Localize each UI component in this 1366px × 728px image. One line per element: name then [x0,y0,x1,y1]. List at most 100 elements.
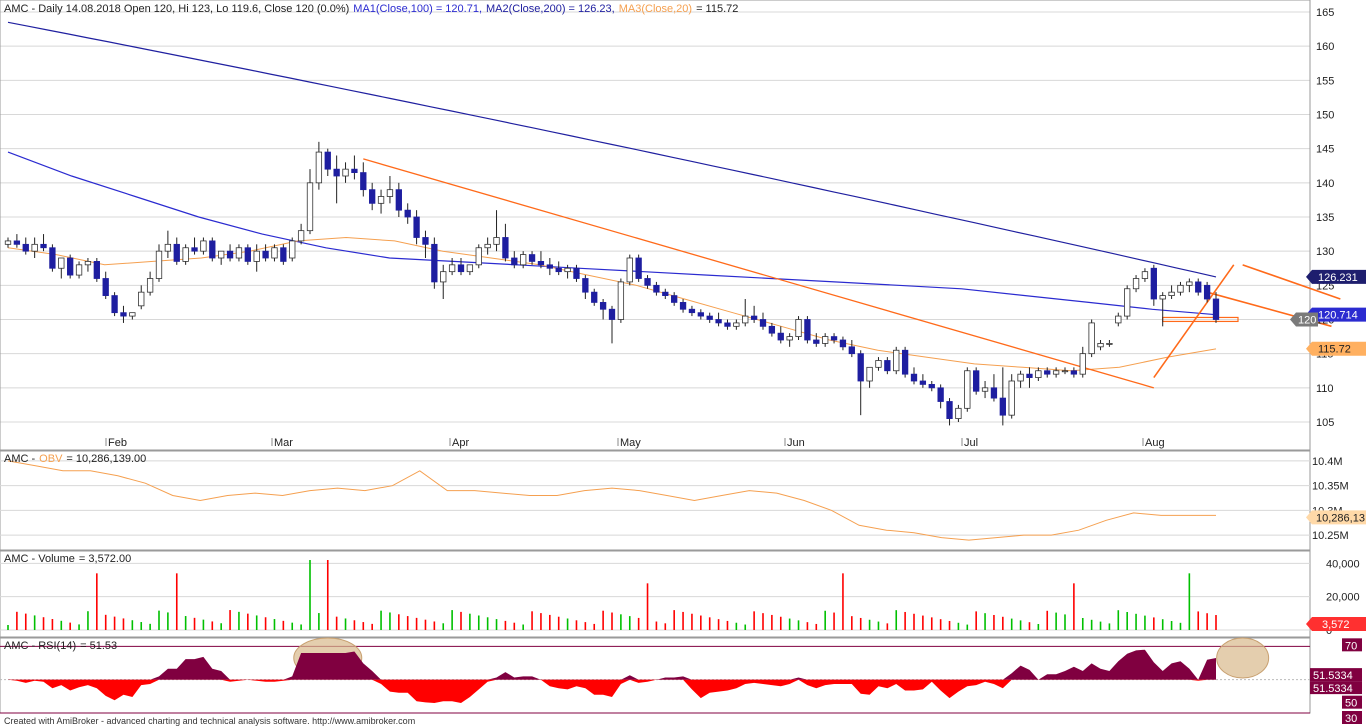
candle-body [466,264,474,273]
candle-body [1017,373,1024,382]
candle-body [457,264,465,273]
volume-tick-label: 20,000 [1326,592,1360,604]
candle-body [910,373,918,382]
header-bar: AMC - Daily 14.08.2018 Open 120, Hi 123,… [4,3,738,15]
volume-bar [957,622,960,630]
volume-bar [1073,583,1075,630]
candle [93,258,100,282]
candle-body [546,264,553,269]
candle-body [413,216,420,238]
candle [964,367,971,412]
volume-bar [824,610,826,630]
candle-body [830,336,838,341]
volume-bar [264,617,267,630]
volume-bar [691,613,693,630]
ma3-value-tag: 115.72 [1318,344,1351,356]
candle-body [848,346,855,355]
candle [626,254,633,286]
obv-title: AMC - OBV = 10,286,139.00 [4,453,146,465]
candle [901,346,909,378]
volume-bar [948,620,951,630]
volume-bar [593,623,596,630]
candle-body [697,312,704,317]
candle-body [866,366,873,382]
volume-bar [664,623,667,630]
volume-title: AMC - Volume = 3,572.00 [4,553,131,565]
candle-body [964,370,971,409]
obv-tick-label: 10.25M [1312,530,1349,542]
volume-bar [167,612,169,630]
candle-body [768,325,776,334]
candle-body [511,257,518,266]
volume-bar [87,611,89,630]
price-chart[interactable]: 105110115120125130135140145150155160165 … [0,0,1366,728]
candle-body [981,387,989,392]
candle [244,244,251,265]
volume-bar [380,610,382,630]
candle-body [1052,370,1060,375]
volume-bar [113,616,116,630]
candle-body [244,247,251,262]
volume-bar [930,617,933,630]
volume-bar [708,617,711,630]
volume-bar [96,573,98,630]
volume-bar [1019,620,1022,630]
candle [635,254,642,282]
candle-body [31,243,38,252]
volume-bar [913,613,915,630]
ma2-value-tag: 126.231 [1318,272,1358,284]
volume-bar [895,610,898,630]
volume-bar [557,616,560,630]
candle-body [386,189,394,197]
candle-body [102,278,109,296]
candle-body [173,243,180,262]
volume-bar [753,611,755,630]
rsi-value-tag: 30 [1345,713,1357,725]
candle-body [564,267,571,273]
volume-bar [398,614,400,630]
volume-bar [904,611,906,630]
candle-body [653,284,660,293]
volume-bar [1108,623,1111,630]
candle-body [1177,284,1184,293]
candle-body [733,322,740,327]
volume-bar [1010,618,1013,630]
candle-body [493,237,500,245]
volume-bar [833,612,835,630]
month-label: Feb [108,437,127,449]
candle-body [813,339,820,344]
volume-bar [584,622,587,630]
volume-bar [477,615,480,630]
candle-body [235,247,243,259]
volume-bar [415,617,418,630]
candle-body [999,397,1006,416]
candle-body [928,384,935,389]
volume-bar [371,623,373,630]
rsi-highlight-ellipse [1216,637,1270,679]
volume-bar [886,623,889,630]
volume-bar [1081,618,1084,630]
candle-body [1044,370,1051,375]
candle-body [40,243,47,249]
candle-body [13,240,21,245]
candle-body [1212,298,1220,320]
candle [617,278,625,323]
volume-bar [326,560,329,630]
candle-body [146,278,154,293]
volume-bar [611,612,613,630]
volume-bar [646,583,649,630]
volume-bar [202,619,205,630]
price-tick-label: 135 [1316,212,1334,224]
candle-body [324,151,331,170]
price-tick-label: 150 [1316,110,1334,122]
month-label: Jun [787,437,805,449]
volume-bar [238,611,240,630]
candle-body [1097,343,1104,348]
volume-bar [549,614,551,630]
volume-bar [16,611,18,630]
candle-body [804,319,811,341]
rsi-value-tag: 70 [1345,640,1357,652]
candle-body [226,250,234,259]
volume-bar [1046,610,1049,630]
candle-body [759,319,767,327]
